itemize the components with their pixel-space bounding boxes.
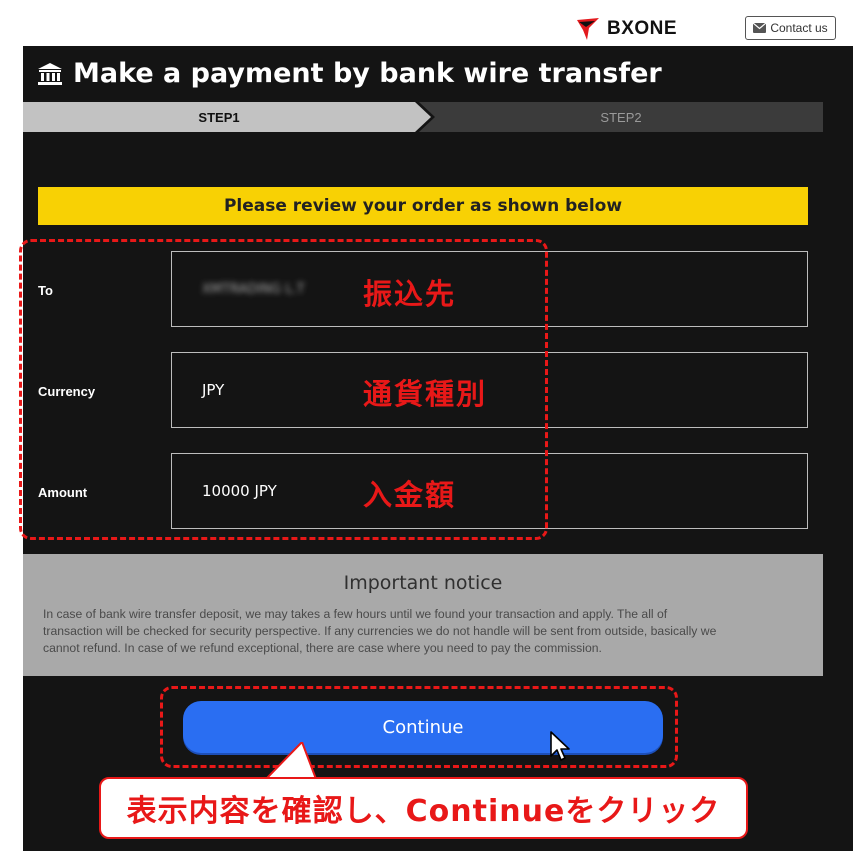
page-title: Make a payment by bank wire transfer xyxy=(37,58,662,89)
step-2: STEP2 xyxy=(419,102,823,132)
notice-title: Important notice xyxy=(343,572,503,594)
order-details-highlight xyxy=(19,239,548,540)
page-title-text: Make a payment by bank wire transfer xyxy=(73,58,662,89)
contact-us-label: Contact us xyxy=(770,21,828,35)
mouse-cursor-icon xyxy=(550,731,570,761)
bank-icon xyxy=(38,62,62,85)
contact-us-button[interactable]: Contact us xyxy=(745,16,836,40)
step-progress: STEP1 STEP2 xyxy=(23,102,823,132)
callout-pointer xyxy=(263,742,318,782)
brand-logo[interactable]: BXONE xyxy=(575,14,677,44)
continue-button[interactable]: Continue xyxy=(183,701,663,753)
notice-line: cannot refund. In case of we refund exce… xyxy=(43,641,602,655)
notice-body: In case of bank wire transfer deposit, w… xyxy=(43,606,803,657)
envelope-icon xyxy=(753,23,767,33)
notice-line: In case of bank wire transfer deposit, w… xyxy=(43,607,668,621)
bxone-logo-mark-icon xyxy=(577,18,599,40)
important-notice: Important notice In case of bank wire tr… xyxy=(23,554,823,676)
instruction-callout: 表示内容を確認し、Continueをクリック xyxy=(99,777,748,839)
brand-name: BXONE xyxy=(607,18,678,39)
step-1: STEP1 xyxy=(23,102,415,132)
review-banner: Please review your order as shown below xyxy=(38,187,808,225)
notice-line: transaction will be checked for security… xyxy=(43,624,717,638)
top-header: BXONE Contact us xyxy=(0,0,853,46)
